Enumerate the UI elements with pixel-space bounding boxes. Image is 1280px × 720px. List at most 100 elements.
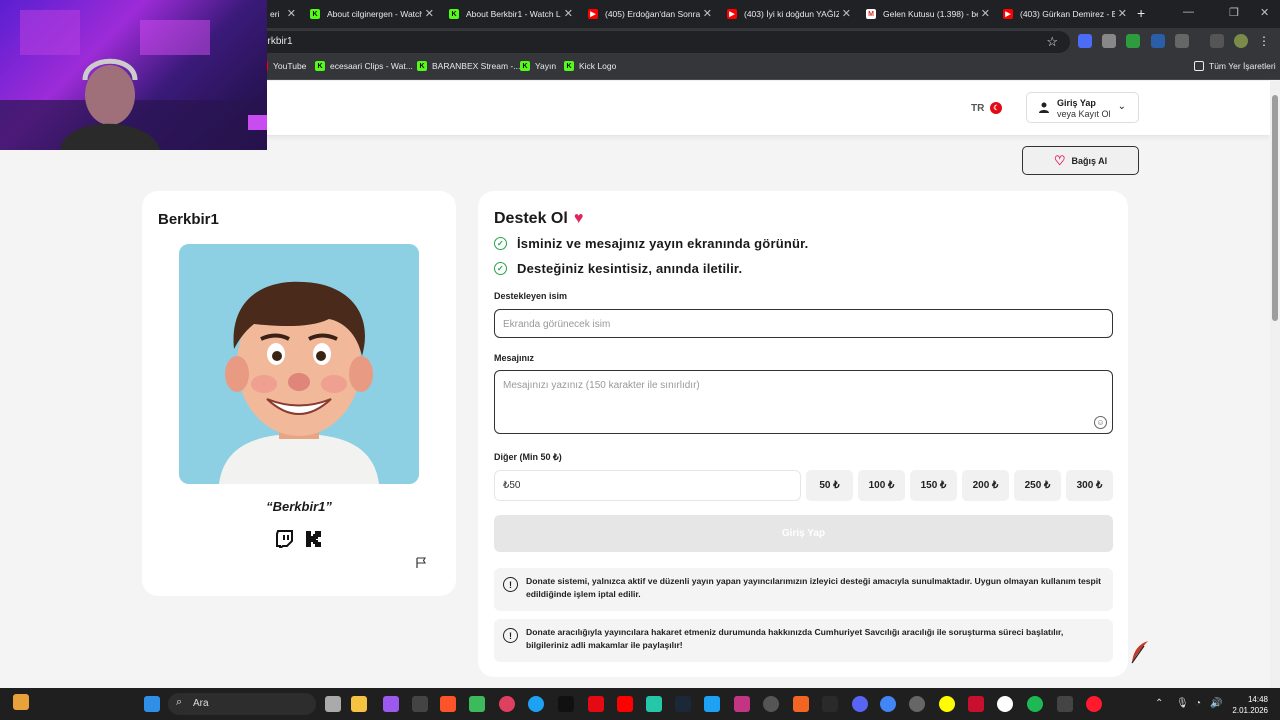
- tab-3[interactable]: ▶ (405) Erdoğan'dan Sonra ✕: [580, 2, 718, 26]
- windows-taskbar: ⌕ Ara ⌃ 🎙 ◔ 🔊 14:48 2.01.2026: [0, 688, 1280, 720]
- spotify-icon[interactable]: [1027, 696, 1043, 712]
- all-bookmarks[interactable]: Tüm Yer İşaretleri: [1194, 61, 1276, 71]
- twitter-icon[interactable]: [704, 696, 720, 712]
- close-icon[interactable]: ✕: [981, 7, 990, 20]
- chevron-up-icon[interactable]: ⌃: [1155, 698, 1163, 709]
- login-dropdown[interactable]: Giriş Yap veya Kayıt Ol ⌄: [1026, 92, 1139, 123]
- extension-icon[interactable]: [1078, 34, 1092, 48]
- star-icon[interactable]: ☆: [1046, 34, 1058, 50]
- discord-icon[interactable]: [852, 696, 868, 712]
- quill-icon[interactable]: [1130, 640, 1150, 664]
- notice-text: Donate sistemi, yalnızca aktif ve düzenl…: [526, 576, 1102, 599]
- login-submit-button[interactable]: Giriş Yap: [494, 515, 1113, 552]
- benefit-text: İsminiz ve mesajınız yayın ekranında gör…: [517, 236, 809, 251]
- maximize-icon[interactable]: ❐: [1229, 6, 1239, 19]
- scrollbar-thumb[interactable]: [1272, 95, 1278, 321]
- kick-icon[interactable]: [305, 530, 323, 548]
- instagram-icon[interactable]: [734, 696, 750, 712]
- amount-input[interactable]: ₺50: [494, 470, 801, 501]
- volume-icon[interactable]: 🔊: [1210, 698, 1222, 709]
- emoji-icon[interactable]: ☺: [1094, 416, 1107, 429]
- flag-icon[interactable]: [416, 557, 426, 568]
- shield-icon[interactable]: [1102, 34, 1116, 48]
- snapchat-icon[interactable]: [939, 696, 955, 712]
- twitch-icon[interactable]: [276, 530, 294, 548]
- task-view-icon[interactable]: [325, 696, 341, 712]
- new-tab-icon[interactable]: +: [1137, 5, 1145, 21]
- yandex-icon[interactable]: [997, 696, 1013, 712]
- tab-2[interactable]: K About Berkbir1 - Watch Li ✕: [441, 2, 579, 26]
- amount-200-button[interactable]: 200 ₺: [962, 470, 1009, 501]
- steam-icon[interactable]: [675, 696, 691, 712]
- webcam-image: [0, 10, 267, 150]
- app-icon[interactable]: [499, 696, 515, 712]
- tab-4[interactable]: ▶ (403) İyi ki doğdun YAĞIZ ✕: [719, 2, 857, 26]
- page-scrollbar[interactable]: [1270, 81, 1280, 688]
- tab-0[interactable]: eri ✕: [262, 2, 302, 26]
- amount-50-button[interactable]: 50 ₺: [806, 470, 853, 501]
- close-icon[interactable]: ✕: [287, 7, 296, 20]
- tab-5[interactable]: M Gelen Kutusu (1.398) - be ✕: [858, 2, 996, 26]
- puzzle-icon[interactable]: [1175, 34, 1189, 48]
- minimize-icon[interactable]: —: [1183, 6, 1194, 18]
- soundcloud-icon[interactable]: [793, 696, 809, 712]
- chrome-icon[interactable]: [880, 696, 896, 712]
- youtube-icon: ▶: [1003, 9, 1013, 19]
- file-explorer-icon[interactable]: [351, 696, 367, 712]
- epic-games-icon[interactable]: [822, 696, 838, 712]
- extension-icon[interactable]: [1151, 34, 1165, 48]
- supporter-name-input[interactable]: Ekranda görünecek isim: [494, 309, 1113, 338]
- close-icon[interactable]: ✕: [425, 7, 434, 20]
- bookmark-yayin[interactable]: K Yayın: [520, 61, 556, 71]
- close-icon[interactable]: ✕: [1118, 7, 1127, 20]
- close-icon[interactable]: ✕: [842, 7, 851, 20]
- taskbar-search[interactable]: ⌕ Ara: [168, 693, 316, 715]
- netflix-icon[interactable]: [588, 696, 604, 712]
- close-icon[interactable]: ✕: [703, 7, 712, 20]
- message-textarea[interactable]: Mesajınızı yazınız (150 karakter ile sın…: [494, 370, 1113, 434]
- all-bookmarks-label: Tüm Yer İşaretleri: [1209, 61, 1276, 71]
- app-icon[interactable]: [646, 696, 662, 712]
- app-icon[interactable]: [469, 696, 485, 712]
- app-icon[interactable]: [763, 696, 779, 712]
- amount-150-button[interactable]: 150 ₺: [910, 470, 957, 501]
- menu-icon[interactable]: ⋮: [1258, 34, 1272, 48]
- amount-250-button[interactable]: 250 ₺: [1014, 470, 1061, 501]
- app-icon[interactable]: [1057, 696, 1073, 712]
- app-icon[interactable]: [968, 696, 984, 712]
- language-selector[interactable]: TR ☾: [971, 102, 1003, 114]
- youtube-icon[interactable]: [617, 696, 633, 712]
- amount-100-button[interactable]: 100 ₺: [858, 470, 905, 501]
- close-icon[interactable]: ✕: [564, 7, 573, 20]
- bookmark-baranbex[interactable]: K BARANBEX Stream -...: [417, 61, 520, 71]
- login-title: Giriş Yap: [1057, 98, 1096, 108]
- tab-1[interactable]: K About cilginergen - Watch ✕: [302, 2, 440, 26]
- opera-icon[interactable]: [1086, 696, 1102, 712]
- playlist-icon[interactable]: [1210, 34, 1224, 48]
- app-icon[interactable]: [412, 696, 428, 712]
- donation-form-card: Destek Ol ♥ ✓ İsminiz ve mesajınız yayın…: [478, 191, 1128, 677]
- microphone-icon[interactable]: 🎙: [1176, 698, 1189, 709]
- obs-icon[interactable]: [909, 696, 925, 712]
- address-bar[interactable]: erkbir1 ☆: [250, 31, 1070, 53]
- wifi-icon[interactable]: ◔: [1195, 698, 1201, 709]
- tiktok-icon[interactable]: [558, 696, 574, 712]
- windows-start-icon[interactable]: [144, 696, 160, 712]
- amount-300-button[interactable]: 300 ₺: [1066, 470, 1113, 501]
- bookmark-label: Yayın: [535, 61, 557, 71]
- bookmark-kick-logo[interactable]: K Kick Logo: [564, 61, 616, 71]
- extension-icon[interactable]: [1126, 34, 1140, 48]
- webcam-overlay: [0, 0, 267, 150]
- kick-icon: K: [310, 9, 320, 19]
- brave-icon[interactable]: [440, 696, 456, 712]
- bookmark-ecesaari[interactable]: K ecesaari Clips - Wat...: [315, 61, 413, 71]
- avatar[interactable]: [1234, 34, 1248, 48]
- clock[interactable]: 14:48 2.01.2026: [1226, 694, 1268, 716]
- youtube-icon: ▶: [588, 9, 598, 19]
- copilot-icon[interactable]: [383, 696, 399, 712]
- tab-6[interactable]: ▶ (403) Gürkan Demirez - B ✕: [995, 2, 1133, 26]
- weather-icon[interactable]: [13, 694, 29, 710]
- edge-icon[interactable]: [528, 696, 544, 712]
- receive-donation-button[interactable]: ♡ Bağış Al: [1022, 146, 1139, 175]
- close-window-icon[interactable]: ✕: [1260, 6, 1269, 19]
